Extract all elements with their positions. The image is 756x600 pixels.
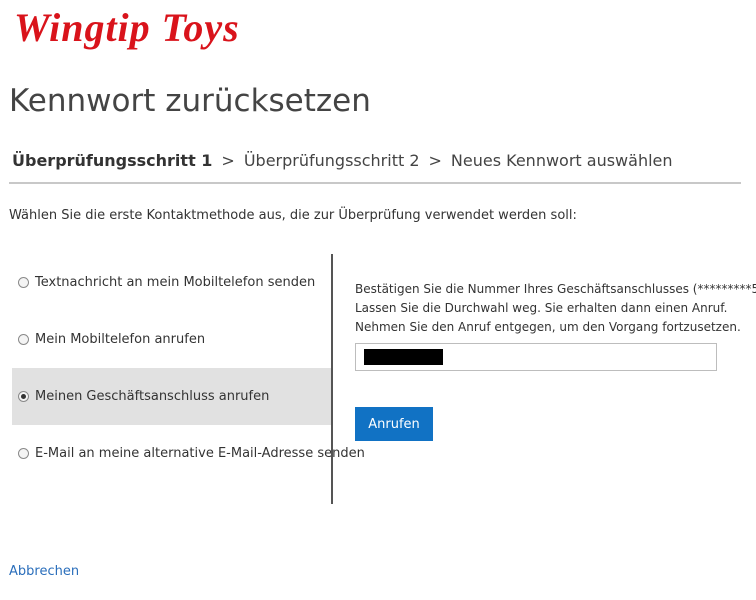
page-title: Kennwort zurücksetzen (9, 83, 371, 119)
instruction-line: Lassen Sie die Durchwahl weg. Sie erhalt… (355, 301, 728, 315)
option-call-mobile[interactable]: Mein Mobiltelefon anrufen (12, 311, 332, 368)
option-email-alternate[interactable]: E-Mail an meine alternative E-Mail-Adres… (12, 425, 365, 482)
step-2-label: Überprüfungsschritt 2 (243, 150, 420, 170)
cancel-link[interactable]: Abbrechen (9, 564, 79, 579)
verification-instructions: Bestätigen Sie die Nummer Ihres Geschäft… (355, 280, 756, 337)
option-label: E-Mail an meine alternative E-Mail-Adres… (35, 446, 365, 461)
radio-button-selected[interactable] (18, 391, 29, 402)
step-separator: > (428, 150, 442, 170)
instruction-line: Nehmen Sie den Anruf entgegen, um den Vo… (355, 320, 741, 334)
wingtip-toys-logo: Wingtip Toys (14, 5, 240, 50)
option-text-message[interactable]: Textnachricht an mein Mobiltelefon sende… (12, 254, 332, 311)
office-phone-input[interactable] (355, 343, 717, 371)
verification-steps-breadcrumb: Überprüfungsschritt 1 > Überprüfungsschr… (12, 148, 673, 172)
step-3-label: Neues Kennwort auswählen (450, 150, 673, 170)
option-label: Mein Mobiltelefon anrufen (35, 332, 206, 347)
radio-button[interactable] (18, 448, 29, 459)
option-label: Textnachricht an mein Mobiltelefon sende… (35, 275, 316, 290)
contact-method-list: Textnachricht an mein Mobiltelefon sende… (12, 254, 365, 482)
option-label: Meinen Geschäftsanschluss anrufen (35, 389, 270, 404)
column-divider (331, 254, 333, 504)
step-1-label: Überprüfungsschritt 1 (12, 150, 213, 170)
header-divider (9, 182, 741, 184)
contact-method-prompt: Wählen Sie die erste Kontaktmethode aus,… (9, 208, 577, 223)
radio-button[interactable] (18, 334, 29, 345)
instruction-line: Bestätigen Sie die Nummer Ihres Geschäft… (355, 282, 756, 296)
call-button[interactable]: Anrufen (355, 407, 433, 441)
step-separator: > (221, 150, 235, 170)
option-call-office[interactable]: Meinen Geschäftsanschluss anrufen (12, 368, 332, 425)
radio-button[interactable] (18, 277, 29, 288)
redacted-phone-number (364, 349, 443, 365)
